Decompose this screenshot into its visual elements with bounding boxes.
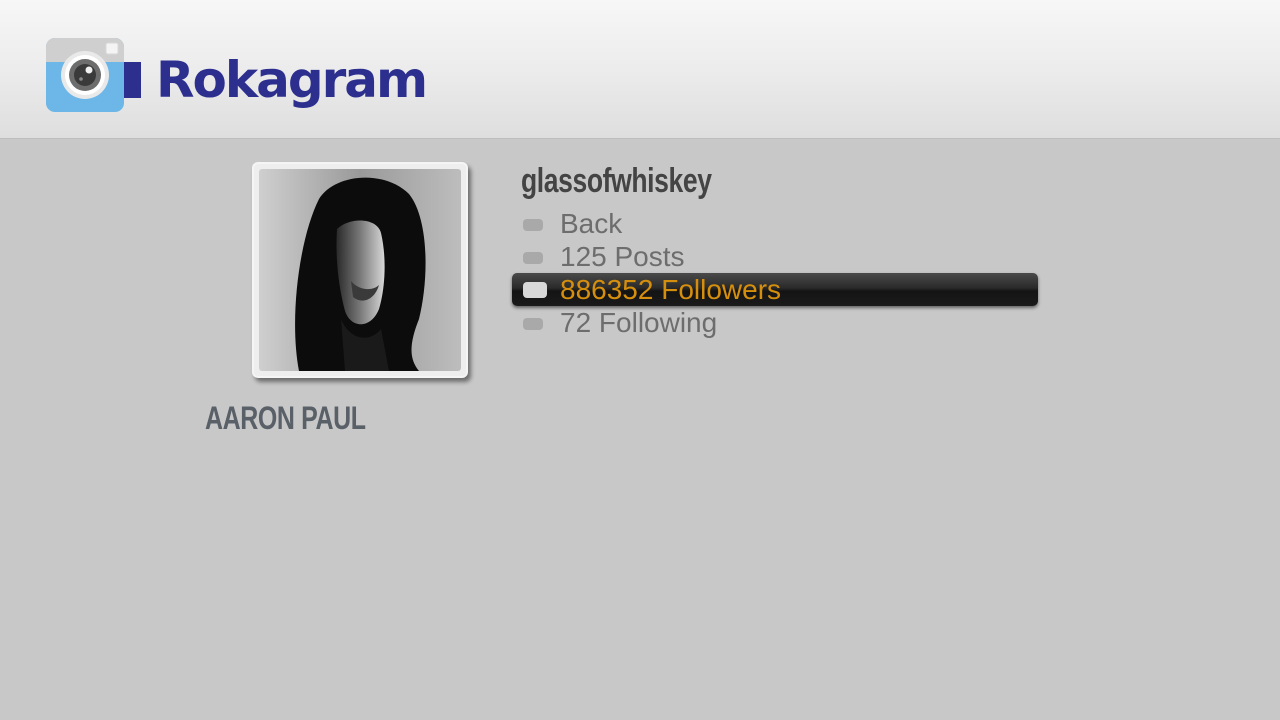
camera-icon — [46, 38, 124, 112]
avatar — [252, 162, 468, 378]
menu-item-posts[interactable]: 125 Posts — [512, 240, 1038, 273]
menu-item-label: 72 Following — [560, 307, 718, 338]
full-name: AARON PAUL — [205, 400, 366, 436]
username: glassofwhiskey — [521, 162, 712, 200]
profile-menu: Back 125 Posts 886352 Followers 72 Follo… — [512, 207, 1038, 339]
bullet-icon — [523, 318, 543, 330]
bullet-icon — [523, 282, 547, 298]
bullet-icon — [523, 219, 543, 231]
profile-photo — [259, 169, 461, 371]
menu-item-followers[interactable]: 886352 Followers — [512, 273, 1038, 306]
app-header: Rokagram — [0, 0, 1280, 139]
app-title: Rokagram — [156, 51, 428, 109]
menu-item-label: Back — [560, 208, 623, 239]
bullet-icon — [523, 252, 543, 264]
menu-item-label: 125 Posts — [560, 241, 685, 272]
menu-item-label: 886352 Followers — [560, 274, 782, 305]
logo-bar — [124, 62, 141, 98]
menu-item-following[interactable]: 72 Following — [512, 306, 1038, 339]
menu-item-back[interactable]: Back — [512, 207, 1038, 240]
